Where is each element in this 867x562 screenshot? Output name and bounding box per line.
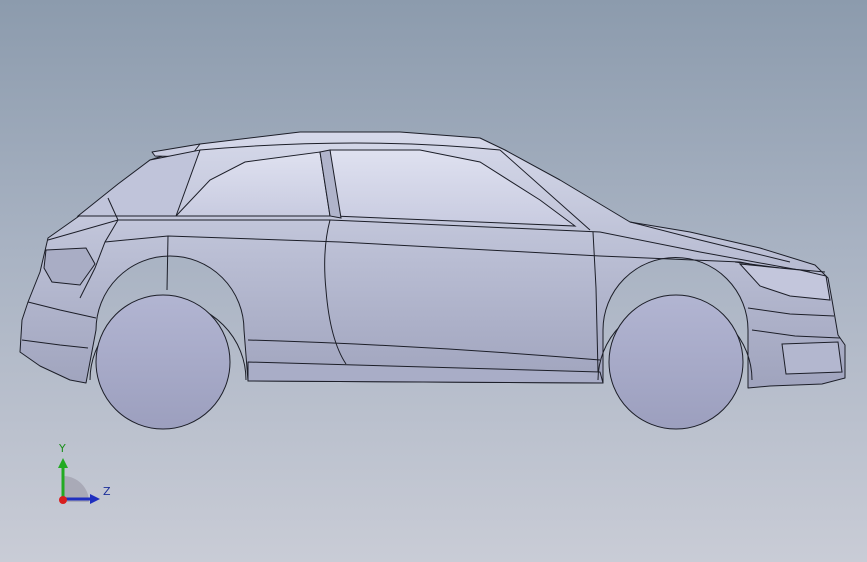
graphics-viewport[interactable]: Y Z — [0, 0, 867, 562]
car-model-side-view[interactable] — [0, 0, 867, 562]
triad-y-label: Y — [59, 442, 66, 455]
triad-x-axis-origin — [59, 496, 67, 504]
triad-z-arrow — [90, 494, 100, 504]
rear-wheel — [95, 294, 231, 430]
front-wheel — [608, 294, 744, 430]
coordinate-triad: Y Z — [48, 440, 118, 510]
fog-light-housing — [781, 341, 843, 375]
triad-y-arrow — [58, 458, 68, 468]
triad-z-label: Z — [103, 485, 111, 498]
